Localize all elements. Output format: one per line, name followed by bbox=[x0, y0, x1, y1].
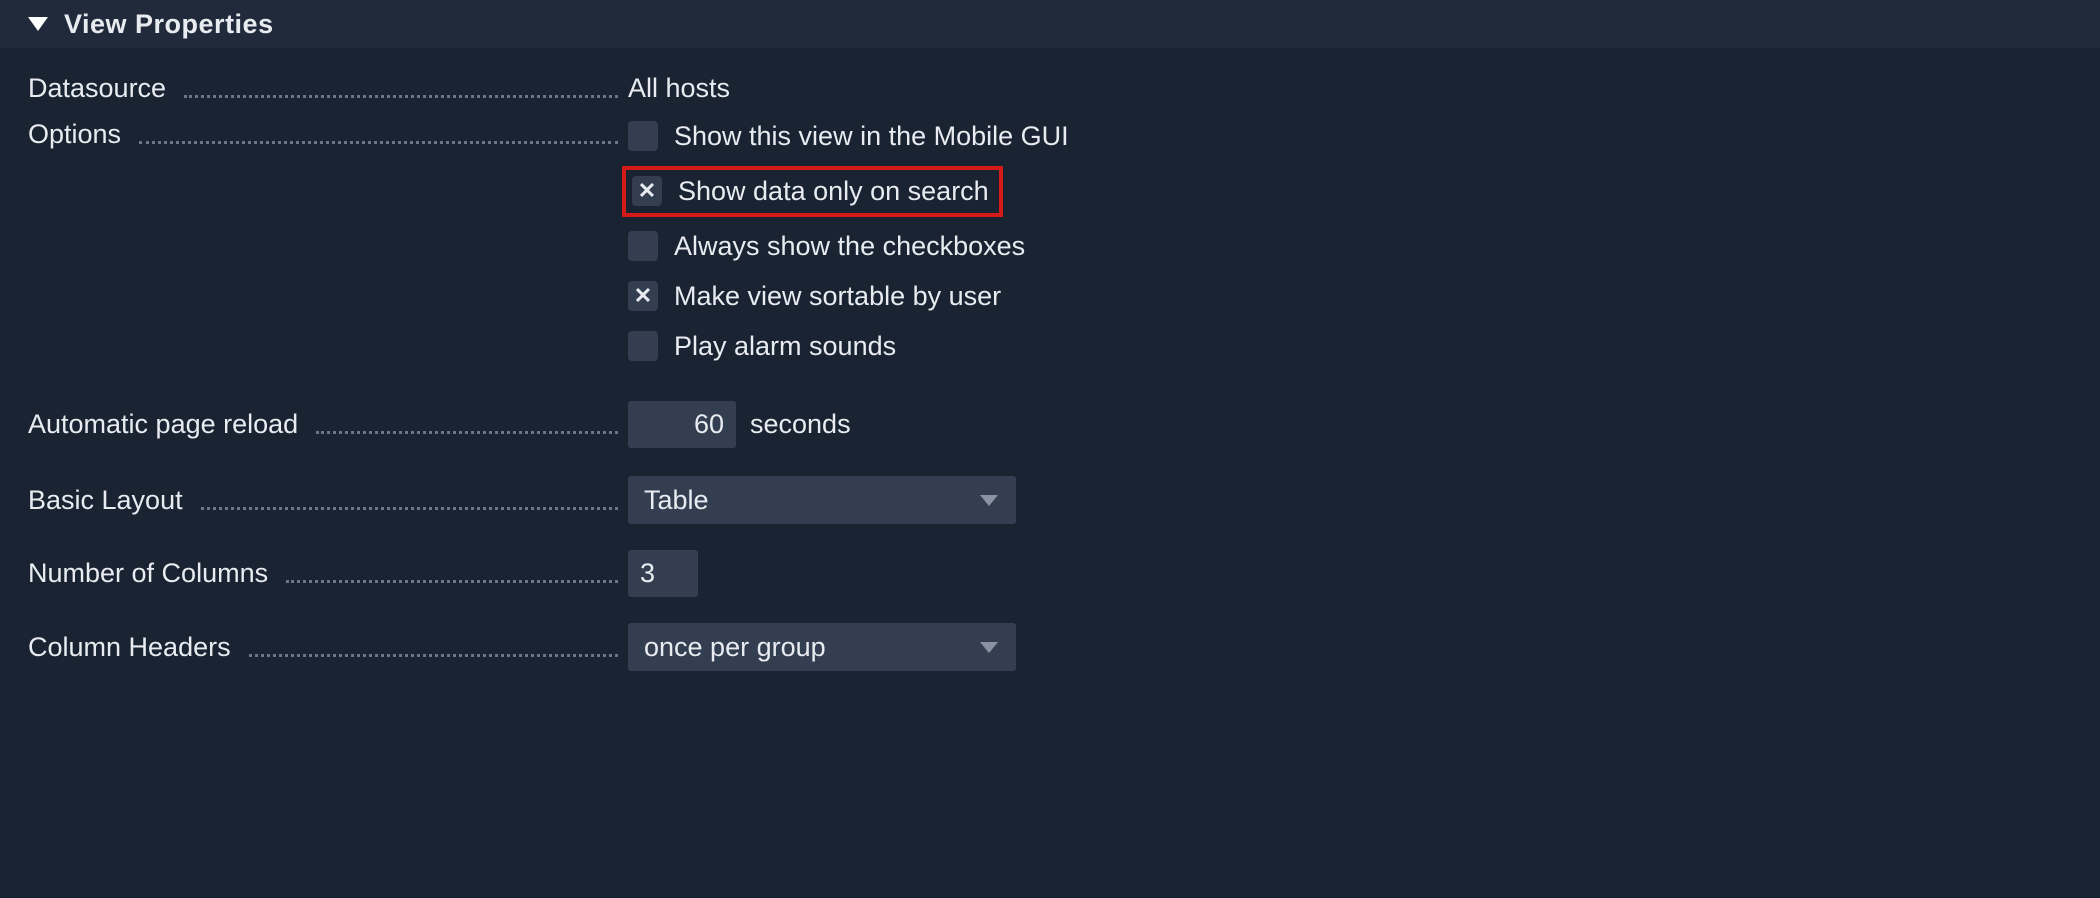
panel-body: Datasource All hosts Options Show this v… bbox=[0, 48, 2100, 671]
option-label-on-search: Show data only on search bbox=[678, 176, 989, 207]
option-label-mobile-gui: Show this view in the Mobile GUI bbox=[674, 121, 1069, 152]
row-basic-layout: Basic Layout Table bbox=[28, 476, 2072, 524]
column-headers-selected: once per group bbox=[644, 632, 826, 663]
label-column-headers: Column Headers bbox=[28, 632, 231, 663]
label-col-options: Options bbox=[28, 111, 624, 150]
label-col-num-columns: Number of Columns bbox=[28, 558, 624, 589]
reload-seconds-input[interactable] bbox=[628, 401, 736, 448]
label-col-datasource: Datasource bbox=[28, 73, 624, 104]
dots-filler bbox=[316, 431, 618, 434]
checkbox-alarm-sounds[interactable] bbox=[628, 331, 658, 361]
label-col-layout: Basic Layout bbox=[28, 485, 624, 516]
panel-title: View Properties bbox=[64, 9, 274, 40]
value-basic-layout: Table bbox=[624, 476, 2072, 524]
checkbox-mobile-gui[interactable] bbox=[628, 121, 658, 151]
row-datasource: Datasource All hosts bbox=[28, 66, 2072, 111]
option-label-sortable: Make view sortable by user bbox=[674, 281, 1001, 312]
highlight-on-search: Show data only on search bbox=[622, 166, 1003, 217]
dots-filler bbox=[184, 95, 618, 98]
row-num-columns: Number of Columns bbox=[28, 550, 2072, 597]
reload-unit: seconds bbox=[750, 409, 851, 440]
option-sortable: Make view sortable by user bbox=[628, 271, 2072, 321]
option-mobile-gui: Show this view in the Mobile GUI bbox=[628, 111, 2072, 161]
option-label-always-checks: Always show the checkboxes bbox=[674, 231, 1025, 262]
checkbox-always-checks[interactable] bbox=[628, 231, 658, 261]
num-columns-input[interactable] bbox=[628, 550, 698, 597]
dots-filler bbox=[249, 654, 618, 657]
label-col-reload: Automatic page reload bbox=[28, 409, 624, 440]
collapse-triangle-icon bbox=[28, 17, 48, 31]
label-col-column-headers: Column Headers bbox=[28, 632, 624, 663]
row-column-headers: Column Headers once per group bbox=[28, 623, 2072, 671]
option-always-checks: Always show the checkboxes bbox=[628, 221, 2072, 271]
chevron-down-icon bbox=[980, 642, 998, 653]
dots-filler bbox=[201, 507, 618, 510]
basic-layout-select[interactable]: Table bbox=[628, 476, 1016, 524]
dots-filler bbox=[139, 141, 618, 144]
option-alarm-sounds: Play alarm sounds bbox=[628, 321, 2072, 371]
value-num-columns bbox=[624, 550, 2072, 597]
column-headers-select[interactable]: once per group bbox=[628, 623, 1016, 671]
basic-layout-selected: Table bbox=[644, 485, 709, 516]
option-label-alarm-sounds: Play alarm sounds bbox=[674, 331, 896, 362]
row-options: Options Show this view in the Mobile GUI… bbox=[28, 111, 2072, 371]
options-list: Show this view in the Mobile GUI Show da… bbox=[624, 111, 2072, 371]
checkbox-on-search[interactable] bbox=[632, 176, 662, 206]
chevron-down-icon bbox=[980, 495, 998, 506]
value-column-headers: once per group bbox=[624, 623, 2072, 671]
dots-filler bbox=[286, 580, 618, 583]
label-options: Options bbox=[28, 119, 121, 150]
label-datasource: Datasource bbox=[28, 73, 166, 104]
label-auto-reload: Automatic page reload bbox=[28, 409, 298, 440]
value-datasource: All hosts bbox=[624, 73, 2072, 104]
label-basic-layout: Basic Layout bbox=[28, 485, 183, 516]
label-num-columns: Number of Columns bbox=[28, 558, 268, 589]
value-auto-reload: seconds bbox=[624, 401, 2072, 448]
checkbox-sortable[interactable] bbox=[628, 281, 658, 311]
option-on-search-row: Show data only on search bbox=[628, 161, 2072, 221]
row-auto-reload: Automatic page reload seconds bbox=[28, 401, 2072, 448]
view-properties-header[interactable]: View Properties bbox=[0, 0, 2100, 48]
